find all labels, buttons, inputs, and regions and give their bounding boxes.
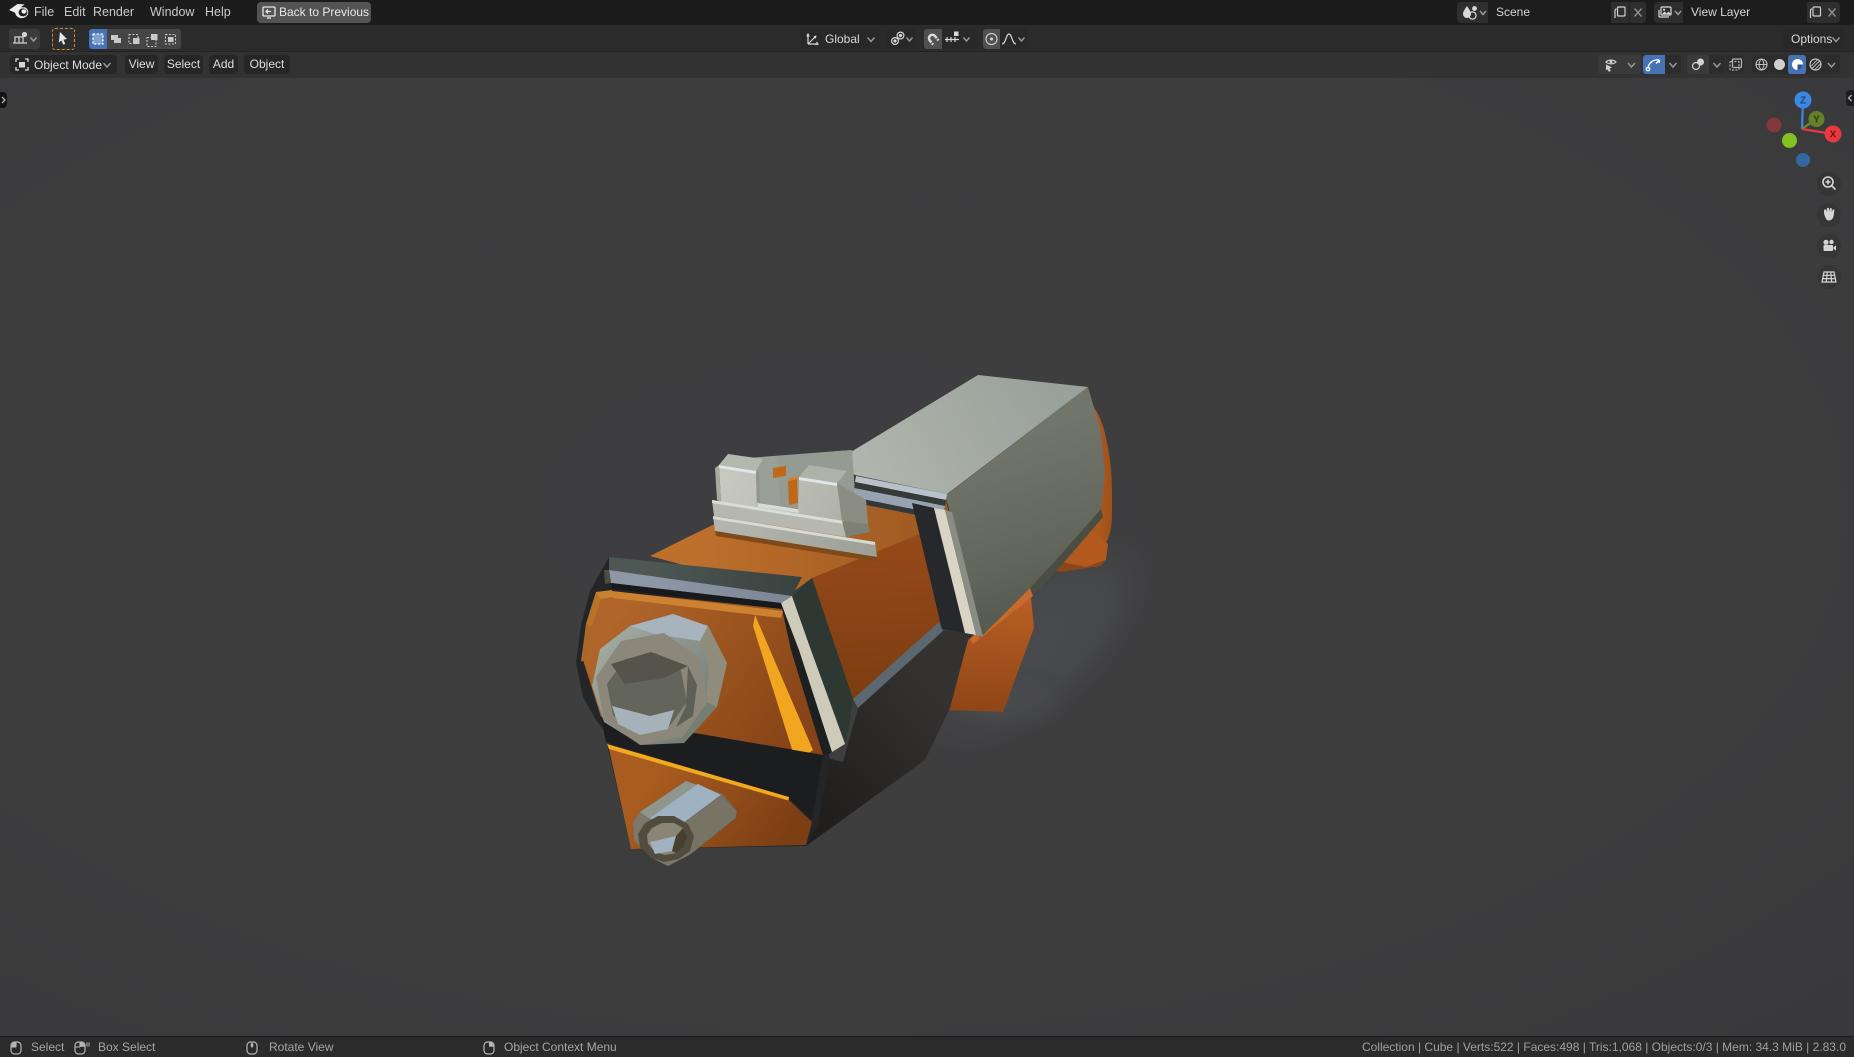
svg-text:X: X xyxy=(1830,130,1837,141)
svg-text:Z: Z xyxy=(1800,96,1806,107)
svg-text:Y: Y xyxy=(1813,115,1820,126)
